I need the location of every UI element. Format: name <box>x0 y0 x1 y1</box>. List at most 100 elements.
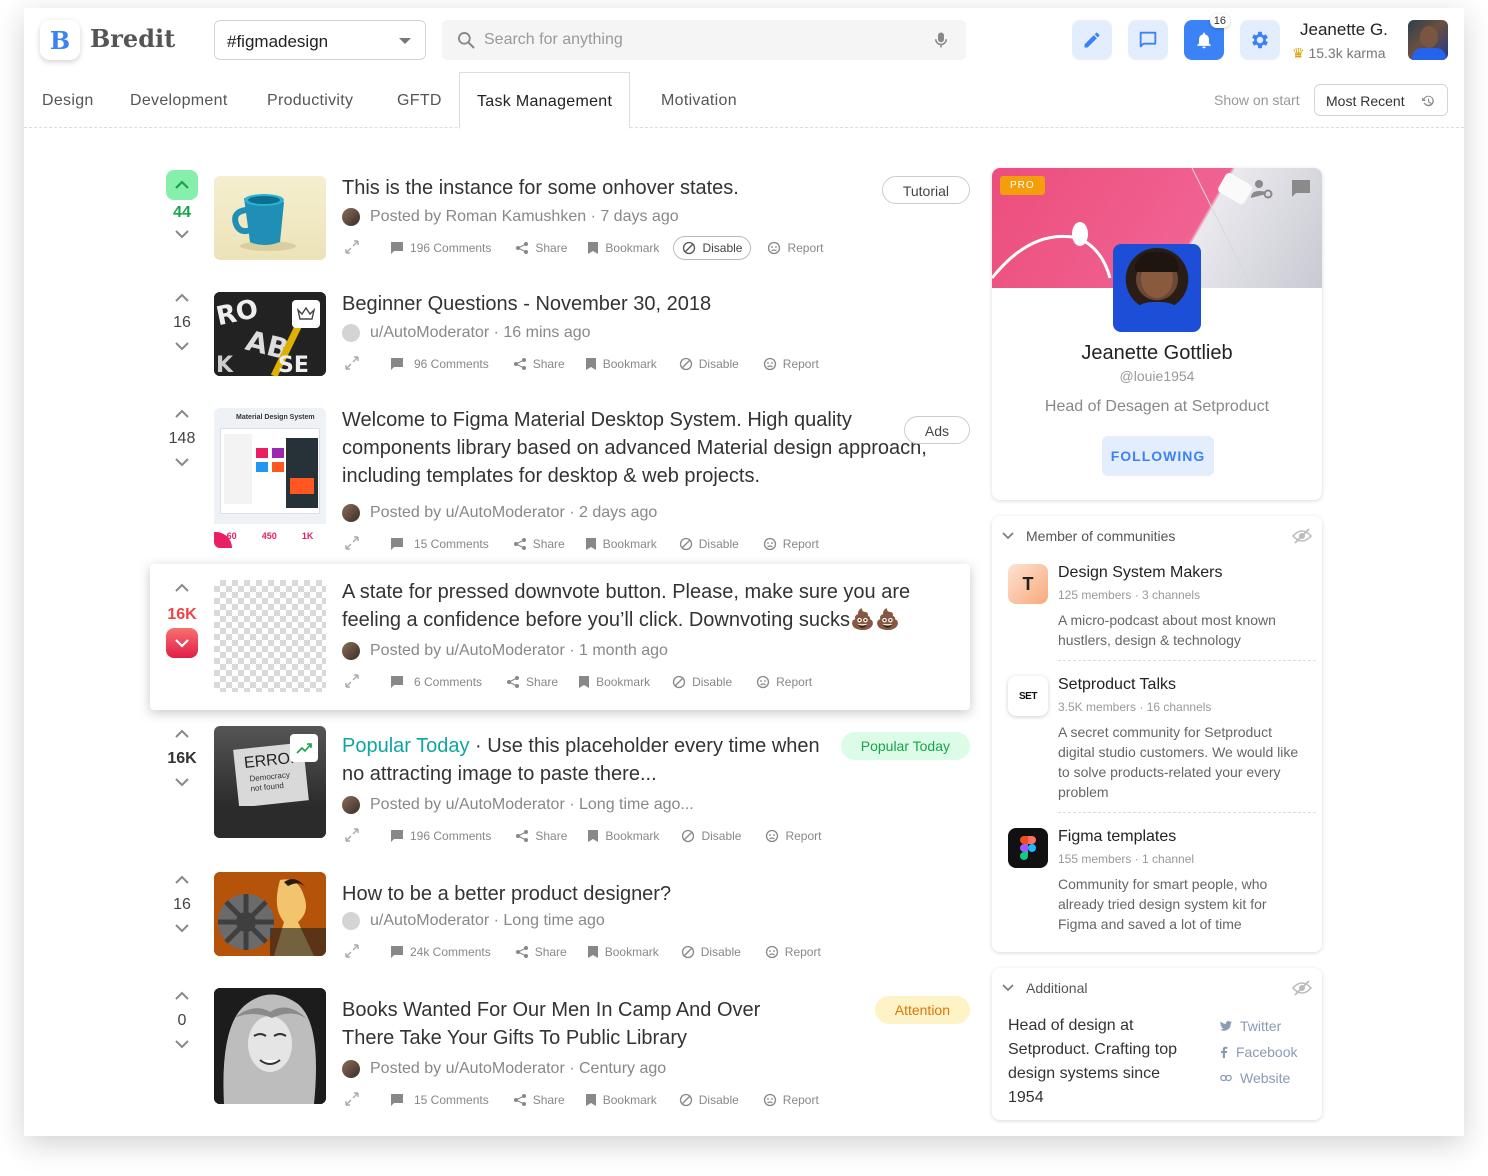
upvote-button[interactable] <box>175 991 189 1001</box>
post-thumbnail[interactable] <box>214 580 326 692</box>
community-item[interactable]: SET Setproduct Talks 3.5K members · 16 c… <box>1008 676 1316 813</box>
disable-button[interactable]: Disable <box>673 940 749 964</box>
bookmark-button[interactable]: Bookmark <box>579 824 667 848</box>
share-button[interactable]: Share <box>507 940 575 964</box>
tab-design[interactable]: Design <box>42 72 94 128</box>
upvote-button[interactable] <box>175 729 189 739</box>
downvote-button[interactable] <box>175 229 189 239</box>
tab-motivation[interactable]: Motivation <box>661 72 737 128</box>
post-title[interactable]: Popular Today · Use this placeholder eve… <box>342 732 822 788</box>
upvote-button[interactable] <box>175 583 189 593</box>
bookmark-button[interactable]: Bookmark <box>570 670 658 694</box>
report-button[interactable]: Report <box>759 236 831 260</box>
post-title-highlight[interactable]: Popular Today <box>342 735 470 757</box>
community-item[interactable]: T Design System Makers 125 members · 3 c… <box>1008 564 1316 661</box>
tab-productivity[interactable]: Productivity <box>267 72 353 128</box>
comments-button[interactable]: 15 Comments <box>382 532 497 556</box>
comments-button[interactable]: 24k Comments <box>382 940 499 964</box>
expand-icon[interactable] <box>344 1091 360 1110</box>
report-button[interactable]: Report <box>755 1088 827 1112</box>
expand-icon[interactable] <box>344 673 360 692</box>
user-avatar[interactable] <box>1408 20 1448 60</box>
create-post-button[interactable] <box>1072 20 1112 60</box>
community-item[interactable]: Figma templates 155 members · 1 channel … <box>1008 828 1316 940</box>
post-thumbnail[interactable]: Material Design System 60 450 1K <box>214 408 326 548</box>
expand-icon[interactable] <box>344 827 360 846</box>
manage-user-icon[interactable] <box>1250 178 1274 200</box>
upvote-button[interactable] <box>166 170 198 200</box>
microphone-icon[interactable] <box>932 30 950 50</box>
disable-button[interactable]: Disable <box>673 236 752 260</box>
downvote-button[interactable] <box>175 341 189 351</box>
tab-development[interactable]: Development <box>130 72 228 128</box>
post-title[interactable]: Books Wanted For Our Men In Camp And Ove… <box>342 996 802 1052</box>
post-title[interactable]: Welcome to Figma Material Desktop System… <box>342 406 932 490</box>
share-button[interactable]: Share <box>507 824 575 848</box>
additional-header[interactable]: Additional <box>1002 980 1088 996</box>
communities-header[interactable]: Member of communities <box>1002 528 1175 544</box>
disable-button[interactable]: Disable <box>671 532 747 556</box>
disable-button[interactable]: Disable <box>673 824 749 848</box>
following-button[interactable]: FOLLOWING <box>1102 436 1214 476</box>
eye-off-icon[interactable] <box>1292 528 1312 544</box>
bookmark-button[interactable]: Bookmark <box>577 1088 665 1112</box>
channel-select[interactable]: #figmadesign <box>214 20 426 60</box>
post-thumbnail[interactable] <box>214 988 326 1104</box>
report-button[interactable]: Report <box>757 940 829 964</box>
disable-button[interactable]: Disable <box>664 670 740 694</box>
website-link[interactable]: Website <box>1220 1070 1290 1086</box>
comments-button[interactable]: 15 Comments <box>382 1088 497 1112</box>
report-button[interactable]: Report <box>757 824 829 848</box>
report-button[interactable]: Report <box>755 352 827 376</box>
comments-button[interactable]: 96 Comments <box>382 352 497 376</box>
facebook-link[interactable]: Facebook <box>1220 1044 1297 1060</box>
upvote-button[interactable] <box>175 409 189 419</box>
disable-button[interactable]: Disable <box>671 352 747 376</box>
eye-off-icon[interactable] <box>1292 980 1312 996</box>
disable-button[interactable]: Disable <box>671 1088 747 1112</box>
downvote-button[interactable] <box>175 1039 189 1049</box>
tab-gftd[interactable]: GFTD <box>397 72 442 128</box>
post-tag[interactable]: Tutorial <box>881 176 970 204</box>
brand-logo[interactable]: B <box>40 20 80 60</box>
comments-button[interactable]: 196 Comments <box>382 236 499 260</box>
post-title[interactable]: Beginner Questions - November 30, 2018 <box>342 290 711 318</box>
upvote-button[interactable] <box>175 293 189 303</box>
notifications-button[interactable]: 16 <box>1184 14 1230 60</box>
report-button[interactable]: Report <box>748 670 820 694</box>
post-title[interactable]: A state for pressed downvote button. Ple… <box>342 578 942 634</box>
post-thumbnail[interactable] <box>214 872 326 956</box>
report-button[interactable]: Report <box>755 532 827 556</box>
comments-button[interactable]: 196 Comments <box>382 824 499 848</box>
downvote-button[interactable] <box>175 923 189 933</box>
share-button[interactable]: Share <box>505 532 573 556</box>
bookmark-button[interactable]: Bookmark <box>577 532 665 556</box>
downvote-button[interactable] <box>175 777 189 787</box>
share-button[interactable]: Share <box>505 352 573 376</box>
expand-icon[interactable] <box>344 239 360 258</box>
twitter-link[interactable]: Twitter <box>1220 1018 1281 1034</box>
post-thumbnail[interactable]: RO AB K SE <box>214 292 326 376</box>
user-name[interactable]: Jeanette G. <box>1300 20 1388 40</box>
bookmark-button[interactable]: Bookmark <box>577 352 665 376</box>
sort-select[interactable]: Most Recent <box>1314 84 1448 116</box>
profile-avatar[interactable] <box>1113 244 1201 332</box>
share-button[interactable]: Share <box>507 236 575 260</box>
messages-button[interactable] <box>1128 20 1168 60</box>
tab-task-management[interactable]: Task Management <box>459 72 631 129</box>
bookmark-button[interactable]: Bookmark <box>579 940 667 964</box>
post-tag[interactable]: Ads <box>903 416 970 444</box>
share-button[interactable]: Share <box>505 1088 573 1112</box>
settings-button[interactable] <box>1240 20 1280 60</box>
expand-icon[interactable] <box>344 943 360 962</box>
expand-icon[interactable] <box>344 535 360 554</box>
downvote-button[interactable] <box>166 628 198 658</box>
search-input[interactable] <box>484 20 904 60</box>
post-thumbnail[interactable]: ERROR Democracy not found <box>214 726 326 838</box>
post-thumbnail[interactable] <box>214 176 326 260</box>
message-icon[interactable] <box>1290 178 1312 200</box>
brand-name[interactable]: Bredit <box>90 24 175 53</box>
expand-icon[interactable] <box>344 355 360 374</box>
upvote-button[interactable] <box>175 875 189 885</box>
post-title[interactable]: This is the instance for some onhover st… <box>342 174 739 202</box>
